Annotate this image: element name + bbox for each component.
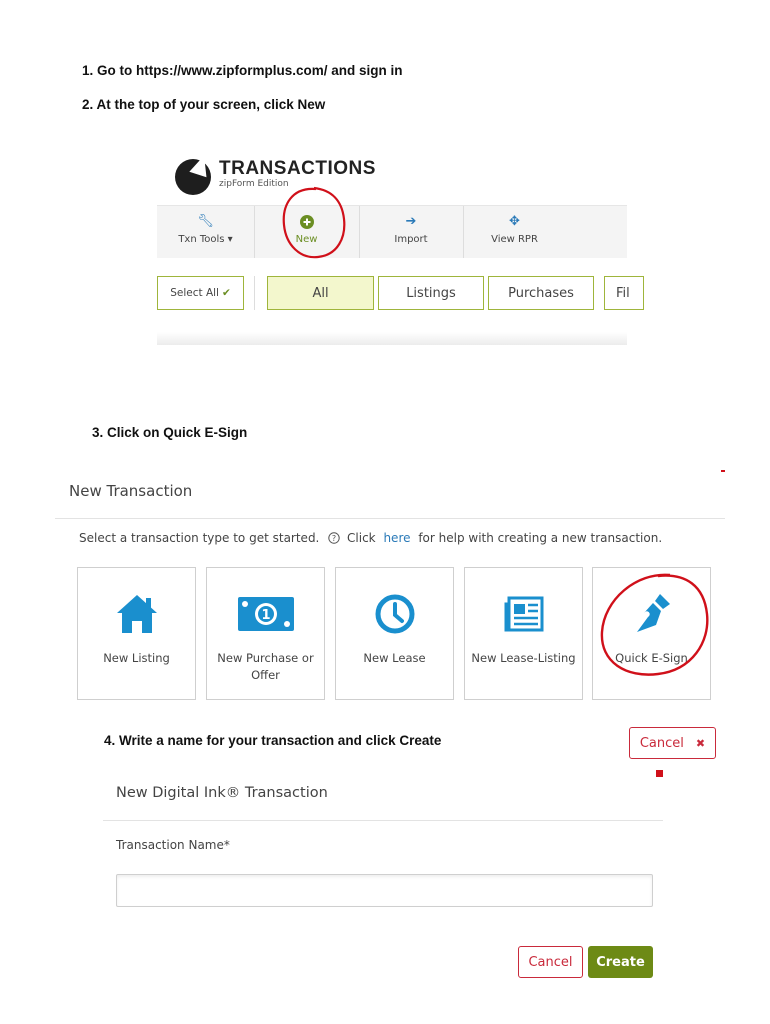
intro-prefix: Select a transaction type to get started… [79, 531, 320, 545]
toolbar-label: Import [394, 234, 428, 245]
filter-all[interactable]: All [267, 276, 374, 310]
toolbar-label: View RPR [491, 234, 538, 245]
intro-click: Click [347, 531, 376, 545]
step-1-text: 1. Go to https://www.zipformplus.com/ an… [82, 63, 403, 78]
transaction-name-label: Transaction Name* [116, 838, 230, 852]
intro-text: Select a transaction type to get started… [79, 531, 662, 545]
rpr-icon: ✥ [509, 214, 520, 229]
wrench-icon: 🔧︎ [197, 214, 214, 229]
type-label: New Lease-Listing [471, 651, 576, 665]
filter-fil[interactable]: Fil [604, 276, 644, 310]
cancel-top-button[interactable]: Cancel ✖ [629, 727, 716, 759]
help-link[interactable]: here [383, 531, 410, 545]
toolbar-import-button[interactable]: ➔ Import [359, 206, 464, 258]
clock-icon [336, 592, 453, 636]
money-icon: 1 [207, 592, 324, 636]
new-transaction-title: New Transaction [69, 482, 193, 500]
type-label: New Lease [363, 651, 426, 665]
annotation-circle [282, 186, 346, 259]
filter-listings[interactable]: Listings [378, 276, 484, 310]
help-circle-icon: ? [328, 531, 344, 545]
type-new-lease-listing[interactable]: New Lease-Listing [464, 567, 583, 700]
annotation-mark [656, 770, 663, 777]
svg-text:1: 1 [261, 608, 270, 623]
cancel-button[interactable]: Cancel [518, 946, 583, 978]
cancel-label: Cancel [639, 735, 684, 751]
import-icon: ➔ [405, 214, 417, 229]
logo-icon [175, 159, 211, 195]
select-all-label: Select All [170, 287, 219, 299]
svg-text:?: ? [332, 534, 336, 543]
annotation-circle [600, 573, 709, 676]
house-icon [78, 592, 195, 636]
type-new-purchase[interactable]: 1 New Purchase or Offer [206, 567, 325, 700]
filter-purchases[interactable]: Purchases [488, 276, 594, 310]
type-label: New Purchase or Offer [217, 651, 314, 682]
logo-title: TRANSACTIONS [219, 158, 376, 179]
divider [254, 276, 255, 310]
create-button[interactable]: Create [588, 946, 653, 978]
intro-suffix: for help with creating a new transaction… [418, 531, 663, 545]
close-icon: ✖ [695, 736, 706, 750]
select-all-button[interactable]: Select All ✔ [157, 276, 244, 310]
digital-ink-title: New Digital Ink® Transaction [116, 785, 328, 801]
newspaper-icon [465, 592, 582, 636]
step-2-text: 2. At the top of your screen, click New [82, 97, 326, 112]
toolbar-view-rpr-button[interactable]: ✥ View RPR [463, 206, 566, 258]
transaction-name-input[interactable] [116, 874, 653, 907]
divider [103, 820, 663, 821]
divider [55, 518, 725, 519]
type-label: New Listing [103, 651, 170, 665]
type-new-lease[interactable]: New Lease [335, 567, 454, 700]
step-3-text: 3. Click on Quick E-Sign [92, 425, 248, 440]
transactions-screenshot: TRANSACTIONS zipForm Edition 🔧︎ Txn Tool… [157, 150, 644, 345]
toolbar-label: Txn Tools ▾ [178, 234, 233, 245]
annotation-mark [721, 470, 725, 472]
type-new-listing[interactable]: New Listing [77, 567, 196, 700]
screenshot-bottom-edge [157, 332, 627, 345]
toolbar: 🔧︎ Txn Tools ▾ New ➔ Import ✥ View RPR [157, 205, 627, 258]
checkmark-icon: ✔ [221, 287, 231, 299]
toolbar-txn-tools[interactable]: 🔧︎ Txn Tools ▾ [157, 206, 255, 258]
step-4-text: 4. Write a name for your transaction and… [104, 733, 442, 748]
